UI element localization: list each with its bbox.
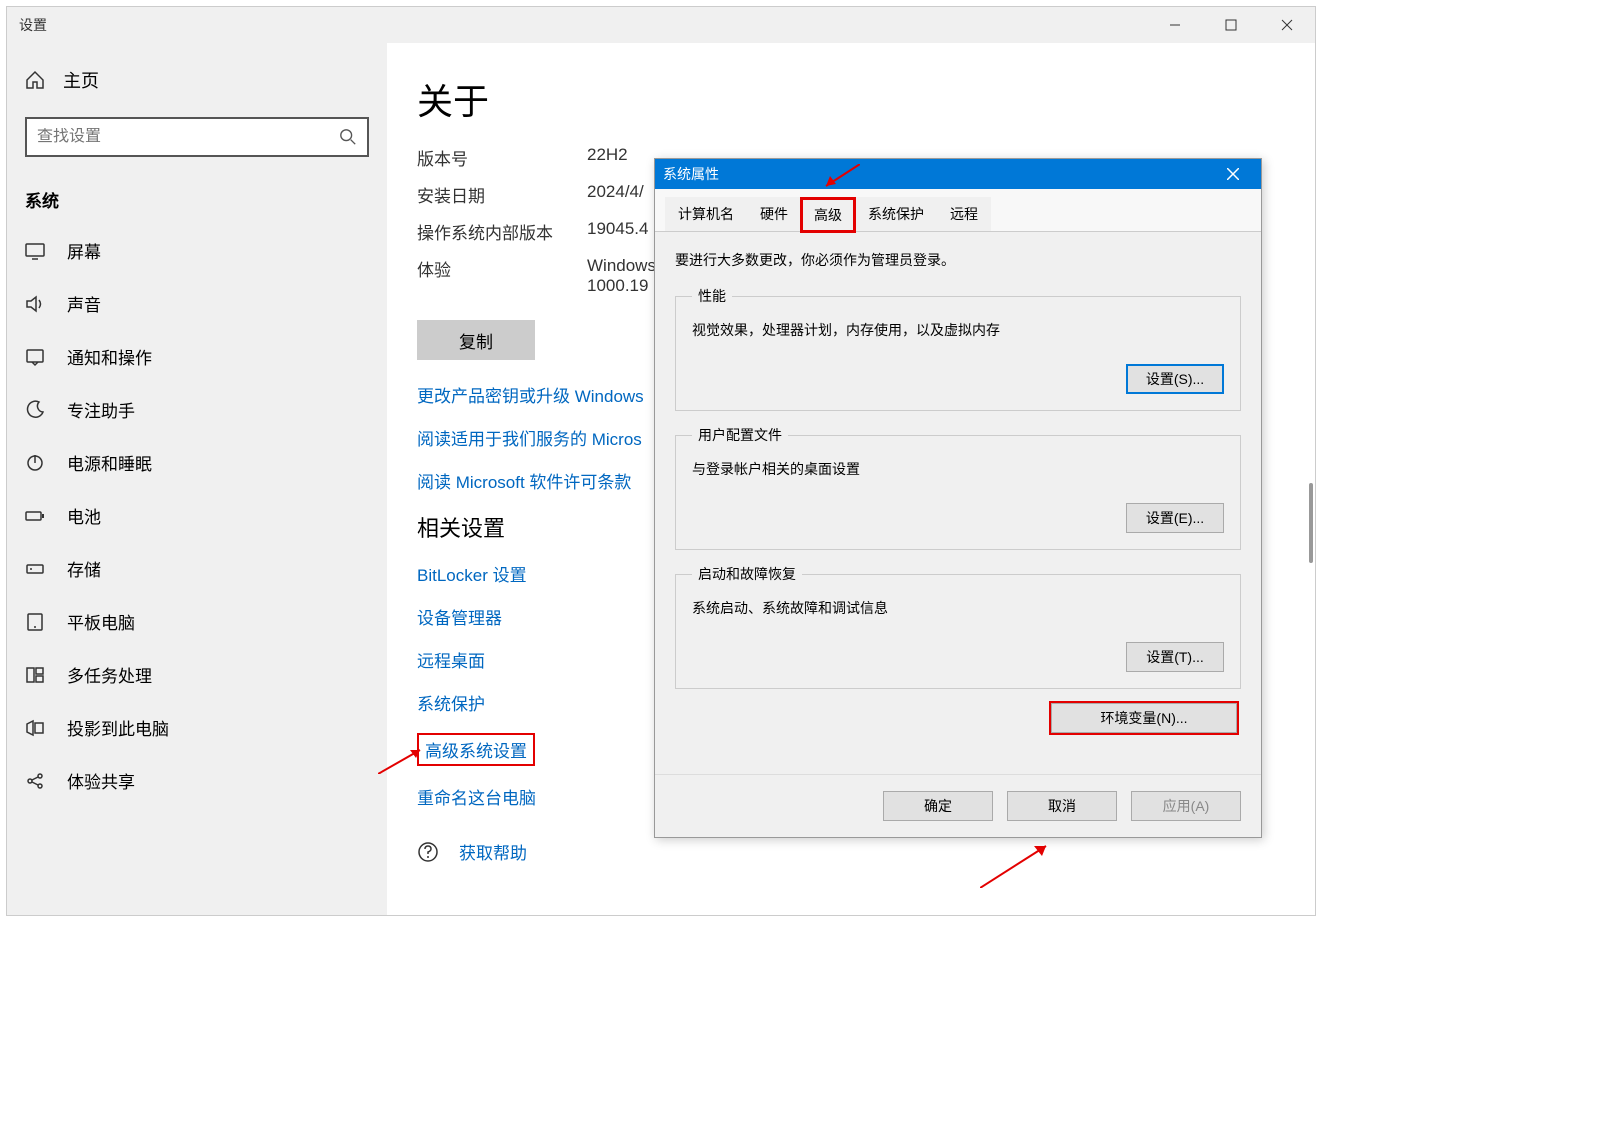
sidebar-item-battery[interactable]: 电池 (7, 489, 387, 542)
minimize-button[interactable] (1147, 7, 1203, 43)
moon-icon (25, 400, 45, 420)
tab-remote[interactable]: 远程 (937, 197, 991, 231)
multitask-icon (25, 665, 45, 685)
startup-settings-button[interactable]: 设置(T)... (1126, 642, 1224, 672)
info-label: 安装日期 (417, 182, 587, 207)
apply-button[interactable]: 应用(A) (1131, 791, 1241, 821)
share-icon (25, 771, 45, 791)
display-icon (25, 241, 45, 261)
sidebar-item-label: 投影到此电脑 (67, 715, 169, 740)
startup-desc: 系统启动、系统故障和调试信息 (692, 598, 1224, 618)
environment-variables-button[interactable]: 环境变量(N)... (1051, 703, 1237, 733)
legend-startup: 启动和故障恢复 (692, 564, 802, 584)
home-icon (25, 70, 45, 90)
scrollbar-thumb[interactable] (1309, 483, 1313, 563)
info-value: 2024/4/ (587, 182, 644, 207)
highlighted-link: 高级系统设置 (417, 733, 535, 766)
sidebar-item-label: 电池 (67, 503, 101, 528)
fieldset-userprofiles: 用户配置文件 与登录帐户相关的桌面设置 设置(E)... (675, 425, 1241, 550)
userprofiles-desc: 与登录帐户相关的桌面设置 (692, 459, 1224, 479)
home-button[interactable]: 主页 (7, 57, 387, 103)
power-icon (25, 453, 45, 473)
notification-icon (25, 347, 45, 367)
sidebar-item-notifications[interactable]: 通知和操作 (7, 330, 387, 383)
dialog-close-button[interactable] (1213, 159, 1253, 189)
sidebar-item-label: 多任务处理 (67, 662, 152, 687)
info-label: 版本号 (417, 145, 587, 170)
sidebar-item-focus[interactable]: 专注助手 (7, 383, 387, 436)
search-icon (339, 128, 357, 146)
dialog-title-bar: 系统属性 (655, 159, 1261, 189)
sidebar: 主页 系统 屏幕 声音 通知和操作 专注助手 (7, 43, 387, 915)
sidebar-item-sound[interactable]: 声音 (7, 277, 387, 330)
tab-advanced[interactable]: 高级 (801, 198, 855, 232)
sidebar-header: 系统 (7, 171, 387, 224)
info-value: 19045.4 (587, 219, 648, 244)
close-button[interactable] (1259, 7, 1315, 43)
dialog-body: 要进行大多数更改，你必须作为管理员登录。 性能 视觉效果，处理器计划，内存使用，… (655, 232, 1261, 751)
sidebar-item-project[interactable]: 投影到此电脑 (7, 701, 387, 754)
info-value: 22H2 (587, 145, 628, 170)
home-label: 主页 (63, 67, 99, 93)
title-bar: 设置 (7, 7, 1315, 43)
performance-settings-button[interactable]: 设置(S)... (1126, 364, 1224, 394)
performance-desc: 视觉效果，处理器计划，内存使用，以及虚拟内存 (692, 320, 1224, 340)
sidebar-item-label: 电源和睡眠 (67, 450, 152, 475)
legend-userprofiles: 用户配置文件 (692, 425, 788, 445)
legend-performance: 性能 (692, 286, 732, 306)
ok-button[interactable]: 确定 (883, 791, 993, 821)
tab-system-protection[interactable]: 系统保护 (855, 197, 937, 231)
info-label: 操作系统内部版本 (417, 219, 587, 244)
page-title: 关于 (417, 73, 1315, 125)
battery-icon (25, 506, 45, 526)
sidebar-item-multitask[interactable]: 多任务处理 (7, 648, 387, 701)
tab-computer-name[interactable]: 计算机名 (665, 197, 747, 231)
storage-icon (25, 559, 45, 579)
window-title: 设置 (19, 15, 47, 35)
sidebar-item-label: 平板电脑 (67, 609, 135, 634)
sidebar-item-power[interactable]: 电源和睡眠 (7, 436, 387, 489)
userprofiles-settings-button[interactable]: 设置(E)... (1126, 503, 1224, 533)
close-icon (1227, 168, 1239, 180)
sidebar-item-shared[interactable]: 体验共享 (7, 754, 387, 807)
help-label: 获取帮助 (459, 839, 527, 864)
cancel-button[interactable]: 取消 (1007, 791, 1117, 821)
info-value: Windows 1000.19 (587, 256, 656, 296)
window-controls (1147, 7, 1315, 43)
dialog-footer: 确定 取消 应用(A) (655, 774, 1261, 837)
admin-note: 要进行大多数更改，你必须作为管理员登录。 (675, 250, 1241, 270)
sound-icon (25, 294, 45, 314)
help-row[interactable]: 获取帮助 (417, 839, 1315, 864)
copy-button[interactable]: 复制 (417, 320, 535, 360)
sidebar-item-display[interactable]: 屏幕 (7, 224, 387, 277)
sidebar-item-label: 屏幕 (67, 238, 101, 263)
dialog-tabs: 计算机名 硬件 高级 系统保护 远程 (655, 189, 1261, 232)
dialog-title: 系统属性 (663, 164, 719, 184)
sidebar-item-label: 声音 (67, 291, 101, 316)
search-input[interactable] (37, 128, 339, 146)
help-icon (417, 841, 439, 863)
fieldset-performance: 性能 视觉效果，处理器计划，内存使用，以及虚拟内存 设置(S)... (675, 286, 1241, 411)
maximize-button[interactable] (1203, 7, 1259, 43)
search-box[interactable] (25, 117, 369, 157)
sidebar-item-label: 存储 (67, 556, 101, 581)
tab-hardware[interactable]: 硬件 (747, 197, 801, 231)
sidebar-item-label: 专注助手 (67, 397, 135, 422)
fieldset-startup: 启动和故障恢复 系统启动、系统故障和调试信息 设置(T)... (675, 564, 1241, 689)
sidebar-item-storage[interactable]: 存储 (7, 542, 387, 595)
tablet-icon (25, 612, 45, 632)
project-icon (25, 718, 45, 738)
info-label: 体验 (417, 256, 587, 296)
sidebar-item-tablet[interactable]: 平板电脑 (7, 595, 387, 648)
sidebar-item-label: 体验共享 (67, 768, 135, 793)
system-properties-dialog: 系统属性 计算机名 硬件 高级 系统保护 远程 要进行大多数更改，你必须作为管理… (654, 158, 1262, 838)
sidebar-item-label: 通知和操作 (67, 344, 152, 369)
